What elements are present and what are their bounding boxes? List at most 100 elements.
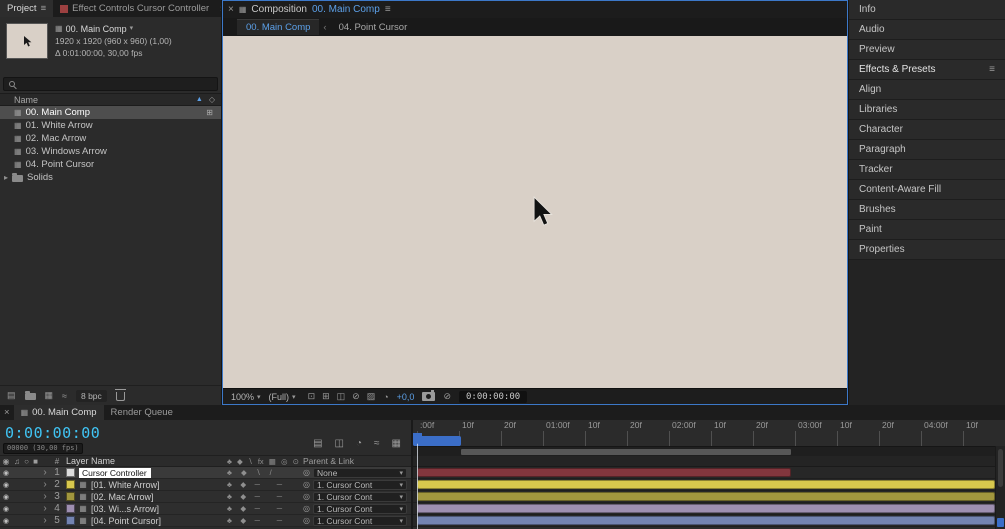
tab-overflow-icon[interactable]: » [216,3,221,14]
pickwhip-icon[interactable]: ◎ [303,480,310,489]
solo-icon[interactable]: ○ [22,457,31,466]
close-icon[interactable]: × [228,4,234,15]
panel-header-paragraph[interactable]: Paragraph [849,140,1005,160]
composition-panel-title[interactable]: Composition [251,4,307,15]
panel-header-preview[interactable]: Preview [849,40,1005,60]
pickwhip-icon[interactable]: ◎ [303,492,310,501]
new-folder-icon[interactable] [24,390,36,400]
panel-header-audio[interactable]: Audio [849,20,1005,40]
project-settings-icon[interactable]: ≈ [62,391,67,401]
transparency-grid-icon[interactable]: ▨ [367,391,376,402]
toggle-switches-icon[interactable]: ▤ [313,438,322,449]
lock-icon[interactable]: ■ [31,457,40,466]
3d-layer-icon[interactable]: ⊙ [293,457,299,466]
work-area-strip[interactable] [413,446,1005,456]
tab-render-queue[interactable]: Render Queue [104,407,180,418]
viewer-timecode[interactable]: 0:00:00:00 [459,390,528,403]
viewer-tab-main-comp[interactable]: 00. Main Comp [237,19,320,35]
bit-depth-button[interactable]: 8 bpc [75,389,107,402]
layer-name[interactable]: [01. White Arrow] [89,480,223,490]
resolution-dropdown[interactable]: (Full) ▾ [269,392,296,402]
layer-duration-bar[interactable] [417,516,995,525]
frame-counter[interactable]: 00000 (30,00 fps) [3,443,83,454]
show-channel-icon[interactable]: ◔ [383,392,388,402]
panel-menu-icon[interactable]: ≡ [41,3,47,14]
project-item-white-arrow[interactable]: ▦ 01. White Arrow [0,119,221,132]
visibility-toggle[interactable]: ◉ [0,493,12,501]
panel-header-info[interactable]: Info [849,0,1005,20]
scrollbar-handle[interactable] [998,449,1003,487]
work-area-bar[interactable] [461,449,791,455]
layer-row-mac-arrow[interactable]: ◉ › 3 ▦ [02. Mac Arrow] ♣ ◆ ─ ─ ◎ 1. Cursor… [0,491,411,503]
pickwhip-icon[interactable]: ◎ [303,468,310,477]
label-color-swatch[interactable] [66,492,75,501]
parent-dropdown[interactable]: 1. Cursor Cont ▾ [312,503,407,514]
visibility-toggle[interactable]: ◉ [0,517,12,525]
project-list-header[interactable]: Name ▲ ◇ [0,93,221,106]
region-of-interest-icon[interactable]: ◫ [337,391,346,402]
fx-icon[interactable]: fx [258,457,264,466]
composition-viewport[interactable] [223,36,847,388]
comp-flowchart-icon[interactable]: ▦ [392,438,401,449]
parent-dropdown[interactable]: 1. Cursor Cont ▾ [312,479,407,490]
tab-project[interactable]: Project ≡ [0,0,54,17]
quality-icon[interactable]: ∖ [248,457,253,466]
project-item-solids-folder[interactable]: ▸ Solids [0,171,221,184]
collapse-icon[interactable]: ◆ [237,457,243,466]
layer-duration-bar[interactable] [417,480,995,489]
sort-ascending-icon[interactable]: ▲ [196,96,203,103]
trash-icon[interactable] [114,389,126,401]
close-icon[interactable]: × [0,407,14,418]
panel-menu-icon[interactable]: ≡ [989,64,995,75]
twirl-icon[interactable]: ▸ [4,173,8,182]
eye-icon[interactable]: ◉ [0,457,12,466]
parent-dropdown[interactable]: 1. Cursor Cont ▾ [312,491,407,502]
layer-row-point-cursor[interactable]: ◉ › 5 ▦ [04. Point Cursor] ♣ ◆ ─ ─ ◎ 1. Cur… [0,515,411,527]
panel-header-effects-presets[interactable]: Effects & Presets ≡ [849,60,1005,80]
project-item-mac-arrow[interactable]: ▦ 02. Mac Arrow [0,132,221,145]
twirl-icon[interactable]: › [40,491,50,502]
composition-panel-comp-name[interactable]: 00. Main Comp [312,4,380,15]
tab-effect-controls[interactable]: Effect Controls Cursor Controller [53,3,216,14]
frame-blend-icon[interactable]: ▦ [269,457,276,466]
layer-duration-bar[interactable] [417,468,791,477]
current-timecode[interactable]: 0:00:00:00 [5,424,100,442]
motion-blur-icon[interactable]: ◔ [356,438,362,449]
project-item-main-comp[interactable]: ▦ 00. Main Comp ⊞ [0,106,221,119]
layer-name[interactable]: [04. Point Cursor] [89,516,223,526]
tab-timeline-main-comp[interactable]: ▦ 00. Main Comp [13,405,104,420]
twirl-icon[interactable]: › [40,503,50,514]
project-item-windows-arrow[interactable]: ▦ 03. Windows Arrow [0,145,221,158]
panel-header-content-aware-fill[interactable]: Content-Aware Fill [849,180,1005,200]
interpret-footage-icon[interactable]: ▤ [7,390,16,401]
panel-header-tracker[interactable]: Tracker [849,160,1005,180]
twirl-icon[interactable]: › [40,467,50,478]
graph-editor-icon[interactable]: ≈ [374,438,380,449]
shy-icon[interactable]: ♣ [227,457,232,466]
label-color-swatch[interactable] [66,504,75,513]
layer-row-windows-arrow[interactable]: ◉ › 4 ▦ [03. Wi...s Arrow] ♣ ◆ ─ ─ ◎ 1. Cur… [0,503,411,515]
twirl-icon[interactable]: › [40,479,50,490]
pickwhip-icon[interactable]: ◎ [303,516,310,525]
label-color-swatch[interactable] [66,468,75,477]
layer-name-edit-field[interactable]: Cursor Controller [79,467,151,478]
layer-name[interactable]: [03. Wi...s Arrow] [89,504,223,514]
project-search-input[interactable] [3,77,218,91]
playhead[interactable] [413,433,422,529]
show-snapshot-icon[interactable]: ⊘ [443,391,451,402]
label-color-swatch[interactable] [66,480,75,489]
audio-icon[interactable]: ♫ [12,457,22,466]
mask-visibility-icon[interactable]: ⊞ [322,391,330,402]
panel-header-brushes[interactable]: Brushes [849,200,1005,220]
layer-row-cursor-controller[interactable]: ◉ › 1 Cursor Controller ♣ ◆ ∖ / ◎ None ▾ [0,467,411,479]
new-composition-icon[interactable]: ▦ [45,390,54,401]
panel-header-libraries[interactable]: Libraries [849,100,1005,120]
grid-guides-icon[interactable]: ⊡ [308,391,316,402]
motion-blur-icon[interactable]: ◎ [281,457,288,466]
pickwhip-icon[interactable]: ◎ [303,504,310,513]
label-column-icon[interactable]: ◇ [209,95,215,104]
panel-header-character[interactable]: Character [849,120,1005,140]
frame-blend-icon[interactable]: ◫ [335,438,344,449]
layer-duration-bar[interactable] [417,504,995,513]
twirl-icon[interactable]: › [40,515,50,526]
